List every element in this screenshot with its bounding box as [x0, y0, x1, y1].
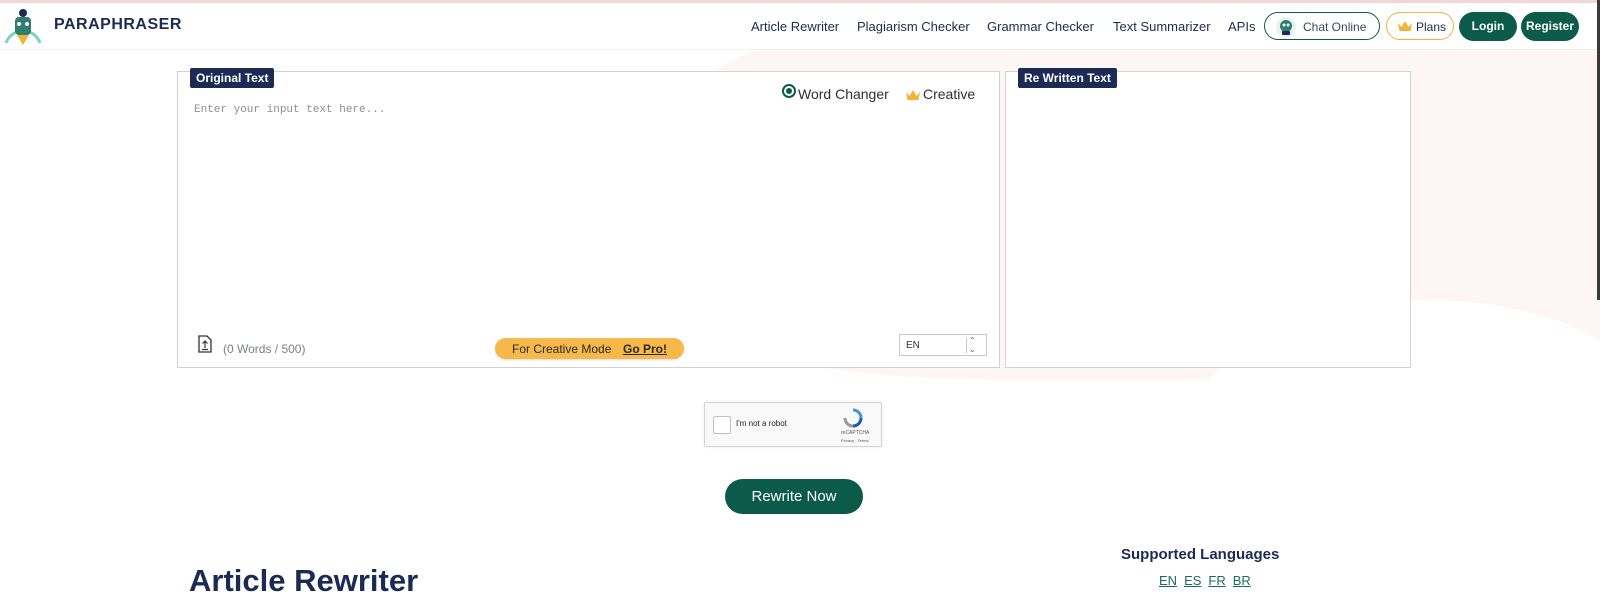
- nav-plagiarism-checker[interactable]: Plagiarism Checker: [857, 19, 970, 34]
- upload-file-icon[interactable]: [198, 335, 212, 353]
- language-link-br[interactable]: BR: [1233, 573, 1251, 588]
- go-pro-link[interactable]: Go Pro!: [623, 342, 667, 356]
- chat-online-button[interactable]: Chat Online: [1264, 12, 1380, 40]
- spinner-arrows-icon[interactable]: ⌃ ⌄: [969, 336, 976, 354]
- language-link-es[interactable]: ES: [1184, 573, 1201, 588]
- login-button[interactable]: Login: [1459, 12, 1517, 41]
- supported-languages-list: EN ES FR BR: [1159, 573, 1258, 588]
- brand-name[interactable]: PARAPHRASER: [54, 16, 182, 34]
- recaptcha-brand: reCAPTCHA: [841, 430, 870, 436]
- top-border: [0, 0, 1600, 3]
- recaptcha-checkbox[interactable]: [713, 416, 731, 434]
- nav-grammar-checker[interactable]: Grammar Checker: [987, 19, 1094, 34]
- language-link-fr[interactable]: FR: [1208, 573, 1225, 588]
- recaptcha-logo-icon: [843, 408, 863, 428]
- go-pro-banner[interactable]: For Creative Mode Go Pro!: [495, 338, 684, 359]
- word-count: (0 Words / 500): [223, 342, 306, 356]
- chat-online-label: Chat Online: [1303, 20, 1367, 34]
- logo-icon[interactable]: [2, 3, 44, 49]
- chat-bot-icon: [1276, 17, 1296, 37]
- plans-label: Plans: [1416, 20, 1447, 34]
- creative-mode-label[interactable]: Creative: [923, 86, 975, 102]
- supported-languages-heading: Supported Languages: [1121, 546, 1280, 563]
- recaptcha-label: I'm not a robot: [736, 419, 787, 428]
- go-pro-text: For Creative Mode: [512, 342, 612, 356]
- article-rewriter-heading: Article Rewriter: [189, 563, 419, 598]
- plans-button[interactable]: Plans: [1386, 12, 1454, 40]
- crown-icon: [1398, 21, 1412, 31]
- rewritten-text-tag: Re Written Text: [1018, 68, 1117, 88]
- input-textarea[interactable]: Enter your input text here...: [194, 104, 385, 116]
- nav-text-summarizer[interactable]: Text Summarizer: [1113, 19, 1211, 34]
- language-select[interactable]: EN ⌃ ⌄: [899, 334, 987, 356]
- header: PARAPHRASER Article Rewriter Plagiarism …: [0, 3, 1597, 50]
- register-button[interactable]: Register: [1521, 12, 1579, 41]
- rewritten-text-panel: Re Written Text: [1005, 68, 1411, 368]
- language-link-en[interactable]: EN: [1159, 573, 1177, 588]
- nav-article-rewriter[interactable]: Article Rewriter: [751, 19, 839, 34]
- original-text-panel: Original Text Enter your input text here…: [177, 68, 1000, 368]
- nav-apis[interactable]: APIs: [1228, 19, 1255, 34]
- word-changer-label[interactable]: Word Changer: [798, 86, 889, 102]
- language-value: EN: [906, 340, 920, 351]
- rewrite-now-button[interactable]: Rewrite Now: [725, 479, 863, 514]
- select-divider: [966, 337, 967, 353]
- recaptcha-widget: I'm not a robot reCAPTCHA Privacy - Term…: [704, 402, 882, 447]
- recaptcha-terms[interactable]: Privacy - Terms: [841, 438, 868, 443]
- word-changer-radio[interactable]: [782, 84, 796, 98]
- original-text-tag: Original Text: [190, 68, 275, 88]
- creative-crown-icon: [906, 90, 920, 100]
